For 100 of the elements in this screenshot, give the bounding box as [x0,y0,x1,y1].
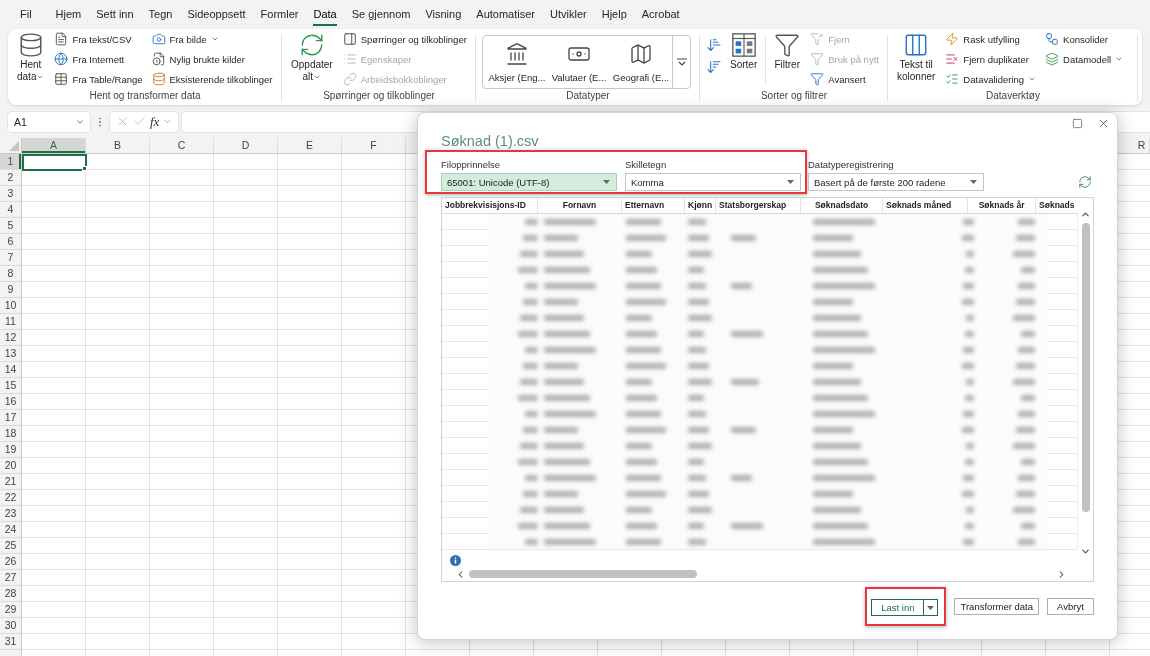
caret-down-icon[interactable] [603,180,610,184]
ribbon-tab[interactable]: Hjem [55,4,82,26]
name-box[interactable]: A1 [8,111,90,132]
row-header[interactable]: 30 [0,618,21,634]
row-header[interactable]: 25 [0,538,21,554]
row-header[interactable]: 11 [0,314,21,330]
row-header[interactable]: 19 [0,442,21,458]
row-header[interactable]: 16 [0,394,21,410]
row-header[interactable]: 4 [0,202,21,218]
row-header[interactable]: 17 [0,410,21,426]
ribbon-button[interactable]: Sorter [727,29,761,71]
ribbon-button[interactable]: Fra Internett [52,49,145,69]
ribbon-tab[interactable]: Utvikler [550,4,587,26]
row-header[interactable]: 14 [0,362,21,378]
ribbon-tab[interactable]: Fil [20,4,32,26]
row-header[interactable]: 24 [0,522,21,538]
document-icon [54,32,69,46]
dialog-button[interactable]: Transformer data [954,598,1039,615]
row-header[interactable]: 10 [0,298,21,314]
caret-down-icon[interactable] [927,605,935,610]
ribbon-button[interactable]: Spørringer og tilkoblinger [340,29,469,49]
gallery-expand-icon[interactable] [676,57,687,67]
scrollbar-thumb[interactable] [469,570,697,578]
ribbon-button[interactable]: Fra bilde [149,29,275,49]
split-button[interactable]: Last inn [871,599,939,616]
caret-down-icon[interactable] [787,180,794,184]
row-header[interactable]: 29 [0,602,21,618]
row-header[interactable]: 22 [0,490,21,506]
row-header[interactable]: 7 [0,250,21,266]
row-header[interactable]: 5 [0,218,21,234]
row-header[interactable]: 13 [0,346,21,362]
ribbon-tab[interactable]: Hjelp [601,4,627,26]
gallery-item[interactable]: Geografi (E... [610,36,672,88]
dropdown[interactable]: Basert på de første 200 radene [808,173,984,191]
gallery-item[interactable]: Aksjer (Eng... [486,36,548,88]
ribbon-button[interactable]: Fra tekst/CSV [52,29,145,49]
row-header[interactable]: 26 [0,554,21,570]
check-icon[interactable] [133,115,146,128]
column-header[interactable]: C [150,138,214,153]
ribbon-button[interactable]: Fra Table/Range [52,69,145,89]
dropdown[interactable]: 65001: Unicode (UTF-8) [441,173,617,191]
row-header[interactable]: 8 [0,266,21,282]
ribbon-tab[interactable]: Sett inn [96,4,134,26]
chevron-down-icon[interactable] [1028,75,1037,83]
row-header[interactable]: 21 [0,474,21,490]
insert-function-button[interactable]: fx [150,114,160,129]
sort-grid-icon [730,32,757,58]
ribbon-tab[interactable]: Automatiser [476,4,535,26]
column-header[interactable]: B [86,138,150,153]
ribbon-button[interactable]: Filtrer [771,29,804,71]
ribbon-button[interactable]: Tekst til kolonner [894,29,939,83]
ribbon-button[interactable]: Rask utfylling [943,29,1039,49]
ribbon-button[interactable]: Oppdater alt [288,29,336,83]
row-header[interactable]: 18 [0,426,21,442]
ribbon-tab[interactable]: Tegn [148,4,173,26]
chevron-down-icon[interactable] [1080,546,1091,557]
row-header[interactable]: 6 [0,234,21,250]
chevron-down-icon[interactable] [210,35,219,43]
ribbon-button[interactable]: Datavalidering [943,69,1039,89]
database-icon [151,72,166,86]
ribbon-tab[interactable]: Acrobat [641,4,680,26]
dialog-button[interactable]: Avbryt [1047,598,1094,615]
ribbon-tab[interactable]: Sideoppsett [187,4,246,26]
gallery-item[interactable]: Valutaer (E... [548,36,610,88]
column-header[interactable]: F [342,138,406,153]
column-header[interactable]: A [22,138,86,153]
row-header[interactable]: 2 [0,170,21,186]
chevron-down-icon[interactable] [1115,55,1124,63]
row-header[interactable]: 3 [0,186,21,202]
ribbon-tab[interactable]: Data [313,4,337,26]
dropdown[interactable]: Komma [625,173,801,191]
row-header[interactable]: 23 [0,506,21,522]
ribbon-button[interactable]: Avansert [808,69,881,89]
ribbon-button[interactable]: Fjern duplikater [943,49,1039,69]
row-header[interactable]: 28 [0,586,21,602]
list-icon [342,52,357,66]
ribbon-button[interactable]: Datamodell [1043,49,1126,69]
row-header[interactable]: 1 [0,154,21,170]
row-header[interactable]: 27 [0,570,21,586]
row-header[interactable]: 12 [0,330,21,346]
ribbon-button[interactable]: Konsolider [1043,29,1126,49]
caret-down-icon[interactable] [970,180,977,184]
ribbon-tab[interactable]: Visning [425,4,462,26]
maximize-icon[interactable] [1072,117,1083,129]
row-header[interactable]: 20 [0,458,21,474]
selected-cell[interactable] [22,154,87,171]
sort-ascending-icon[interactable] [706,37,722,53]
ribbon-tab[interactable]: Se gjennom [351,4,411,26]
scrollbar-thumb[interactable] [1081,223,1090,512]
ribbon-tab[interactable]: Formler [260,4,299,26]
refresh-icon[interactable] [1078,175,1092,189]
row-header[interactable]: 31 [0,634,21,650]
column-header[interactable]: D [214,138,278,153]
column-header[interactable]: E [278,138,342,153]
ribbon-button[interactable]: Eksisterende tilkoblinger [149,69,275,89]
ribbon-button[interactable]: Nylig brukte kilder [149,49,275,69]
ribbon-button[interactable]: Hent data [14,29,48,83]
row-header[interactable]: 9 [0,282,21,298]
row-header[interactable]: 15 [0,378,21,394]
sort-descending-icon[interactable] [706,59,722,75]
